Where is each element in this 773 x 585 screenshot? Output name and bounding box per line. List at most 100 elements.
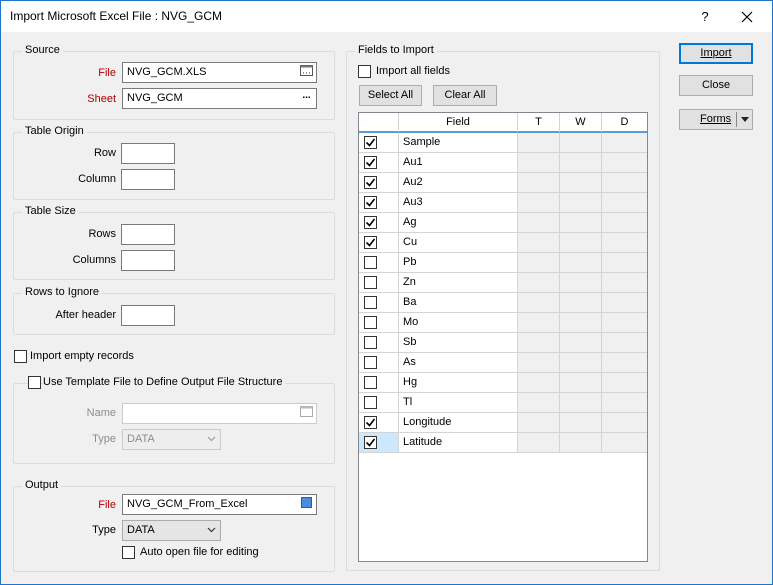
field-t-cell[interactable] bbox=[518, 153, 560, 173]
field-checkbox[interactable] bbox=[364, 396, 377, 409]
field-checkbox[interactable] bbox=[364, 256, 377, 269]
field-w-cell[interactable] bbox=[560, 173, 602, 193]
field-t-cell[interactable] bbox=[518, 353, 560, 373]
row-check-cell[interactable] bbox=[359, 333, 399, 353]
field-w-cell[interactable] bbox=[560, 273, 602, 293]
field-name-cell[interactable]: Hg bbox=[399, 373, 518, 393]
field-checkbox[interactable] bbox=[364, 356, 377, 369]
field-d-cell[interactable] bbox=[602, 153, 647, 173]
field-name-cell[interactable]: Cu bbox=[399, 233, 518, 253]
row-check-cell[interactable] bbox=[359, 393, 399, 413]
close-button[interactable]: Close bbox=[679, 75, 753, 96]
field-d-cell[interactable] bbox=[602, 213, 647, 233]
field-w-cell[interactable] bbox=[560, 313, 602, 333]
field-name-cell[interactable]: Latitude bbox=[399, 433, 518, 453]
table-row[interactable]: Sample bbox=[359, 133, 647, 153]
field-t-cell[interactable] bbox=[518, 133, 560, 153]
field-d-cell[interactable] bbox=[602, 273, 647, 293]
browse-file-icon[interactable] bbox=[299, 65, 314, 80]
origin-column-input[interactable] bbox=[121, 169, 175, 190]
grid-col-field[interactable]: Field bbox=[399, 113, 518, 132]
field-d-cell[interactable] bbox=[602, 193, 647, 213]
row-check-cell[interactable] bbox=[359, 273, 399, 293]
field-d-cell[interactable] bbox=[602, 293, 647, 313]
field-w-cell[interactable] bbox=[560, 133, 602, 153]
field-name-cell[interactable]: Pb bbox=[399, 253, 518, 273]
forms-button[interactable]: Forms bbox=[679, 109, 753, 130]
table-row[interactable]: Pb bbox=[359, 253, 647, 273]
grid-col-d[interactable]: D bbox=[602, 113, 647, 132]
template-type-select[interactable]: DATA bbox=[122, 429, 221, 450]
help-button[interactable]: ? bbox=[694, 6, 716, 28]
field-name-cell[interactable]: Ba bbox=[399, 293, 518, 313]
field-t-cell[interactable] bbox=[518, 313, 560, 333]
clear-all-button[interactable]: Clear All bbox=[433, 85, 497, 106]
field-checkbox[interactable] bbox=[364, 296, 377, 309]
sheet-ellipsis-button[interactable]: ... bbox=[299, 89, 314, 104]
field-checkbox[interactable] bbox=[364, 376, 377, 389]
after-header-input[interactable] bbox=[121, 305, 175, 326]
field-d-cell[interactable] bbox=[602, 233, 647, 253]
size-columns-input[interactable] bbox=[121, 250, 175, 271]
field-w-cell[interactable] bbox=[560, 353, 602, 373]
field-t-cell[interactable] bbox=[518, 413, 560, 433]
field-t-cell[interactable] bbox=[518, 173, 560, 193]
field-w-cell[interactable] bbox=[560, 253, 602, 273]
field-d-cell[interactable] bbox=[602, 173, 647, 193]
field-name-cell[interactable]: Zn bbox=[399, 273, 518, 293]
field-checkbox[interactable] bbox=[364, 436, 377, 449]
grid-col-t[interactable]: T bbox=[518, 113, 560, 132]
row-check-cell[interactable] bbox=[359, 233, 399, 253]
row-check-cell[interactable] bbox=[359, 213, 399, 233]
field-checkbox[interactable] bbox=[364, 196, 377, 209]
select-all-button[interactable]: Select All bbox=[359, 85, 422, 106]
row-check-cell[interactable] bbox=[359, 173, 399, 193]
field-name-cell[interactable]: Sample bbox=[399, 133, 518, 153]
field-w-cell[interactable] bbox=[560, 413, 602, 433]
field-name-cell[interactable]: Au2 bbox=[399, 173, 518, 193]
field-t-cell[interactable] bbox=[518, 193, 560, 213]
field-checkbox[interactable] bbox=[364, 316, 377, 329]
template-name-field[interactable] bbox=[122, 403, 317, 424]
import-empty-checkbox[interactable] bbox=[14, 350, 27, 363]
field-w-cell[interactable] bbox=[560, 293, 602, 313]
output-file-field[interactable]: NVG_GCM_From_Excel bbox=[122, 494, 317, 515]
template-browse-icon[interactable] bbox=[299, 406, 314, 421]
field-t-cell[interactable] bbox=[518, 333, 560, 353]
row-check-cell[interactable] bbox=[359, 193, 399, 213]
field-t-cell[interactable] bbox=[518, 373, 560, 393]
field-name-cell[interactable]: Au1 bbox=[399, 153, 518, 173]
field-checkbox[interactable] bbox=[364, 416, 377, 429]
field-t-cell[interactable] bbox=[518, 433, 560, 453]
table-row[interactable]: Au3 bbox=[359, 193, 647, 213]
field-d-cell[interactable] bbox=[602, 333, 647, 353]
field-checkbox[interactable] bbox=[364, 136, 377, 149]
field-name-cell[interactable]: Au3 bbox=[399, 193, 518, 213]
field-checkbox[interactable] bbox=[364, 156, 377, 169]
import-all-checkbox[interactable] bbox=[358, 65, 371, 78]
field-d-cell[interactable] bbox=[602, 353, 647, 373]
close-window-button[interactable] bbox=[734, 6, 760, 28]
row-check-cell[interactable] bbox=[359, 293, 399, 313]
field-checkbox[interactable] bbox=[364, 236, 377, 249]
import-button[interactable]: Import bbox=[679, 43, 753, 64]
table-row[interactable]: Hg bbox=[359, 373, 647, 393]
table-row[interactable]: Mo bbox=[359, 313, 647, 333]
dropdown-arrow-icon[interactable] bbox=[741, 117, 749, 122]
field-w-cell[interactable] bbox=[560, 233, 602, 253]
table-row[interactable]: Sb bbox=[359, 333, 647, 353]
field-d-cell[interactable] bbox=[602, 373, 647, 393]
field-w-cell[interactable] bbox=[560, 373, 602, 393]
row-check-cell[interactable] bbox=[359, 373, 399, 393]
field-t-cell[interactable] bbox=[518, 233, 560, 253]
field-checkbox[interactable] bbox=[364, 276, 377, 289]
grid-col-w[interactable]: W bbox=[560, 113, 602, 132]
field-name-cell[interactable]: Tl bbox=[399, 393, 518, 413]
field-w-cell[interactable] bbox=[560, 193, 602, 213]
output-color-icon[interactable] bbox=[299, 497, 314, 512]
field-name-cell[interactable]: Longitude bbox=[399, 413, 518, 433]
field-name-cell[interactable]: Ag bbox=[399, 213, 518, 233]
table-row[interactable]: Tl bbox=[359, 393, 647, 413]
table-row[interactable]: Ba bbox=[359, 293, 647, 313]
field-d-cell[interactable] bbox=[602, 433, 647, 453]
